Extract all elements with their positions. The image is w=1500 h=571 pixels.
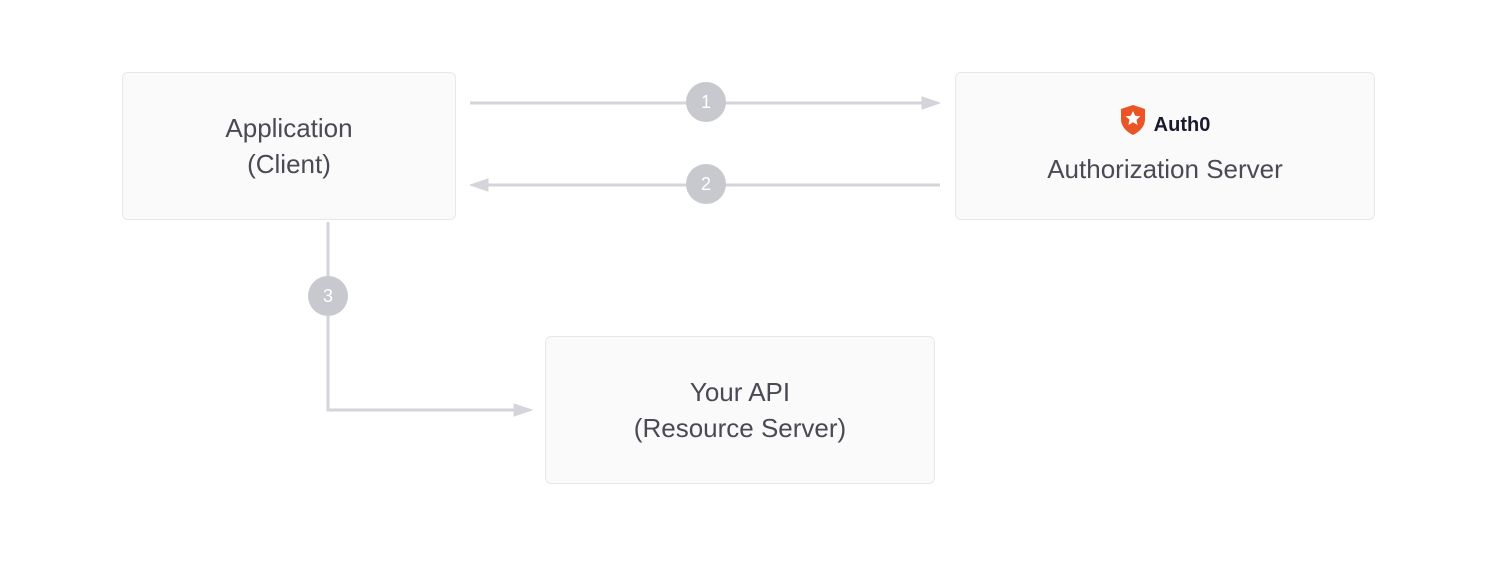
step-badge-3: 3	[308, 276, 348, 316]
step-badge-1: 1	[686, 82, 726, 122]
auth0-brand: Auth0	[1120, 105, 1211, 144]
box-api-line2: (Resource Server)	[634, 410, 846, 446]
step-badge-1-number: 1	[701, 92, 711, 113]
box-application-client: Application (Client)	[122, 72, 456, 220]
auth0-brand-text: Auth0	[1154, 111, 1211, 139]
step-badge-3-number: 3	[323, 286, 333, 307]
box-auth-label: Authorization Server	[1047, 151, 1283, 187]
box-client-line1: Application	[225, 110, 352, 146]
box-your-api: Your API (Resource Server)	[545, 336, 935, 484]
step-badge-2: 2	[686, 164, 726, 204]
box-client-line2: (Client)	[247, 146, 331, 182]
box-api-line1: Your API	[690, 374, 790, 410]
auth0-shield-icon	[1120, 105, 1146, 144]
box-authorization-server: Auth0 Authorization Server	[955, 72, 1375, 220]
arrow-step-3	[320, 222, 535, 422]
step-badge-2-number: 2	[701, 174, 711, 195]
